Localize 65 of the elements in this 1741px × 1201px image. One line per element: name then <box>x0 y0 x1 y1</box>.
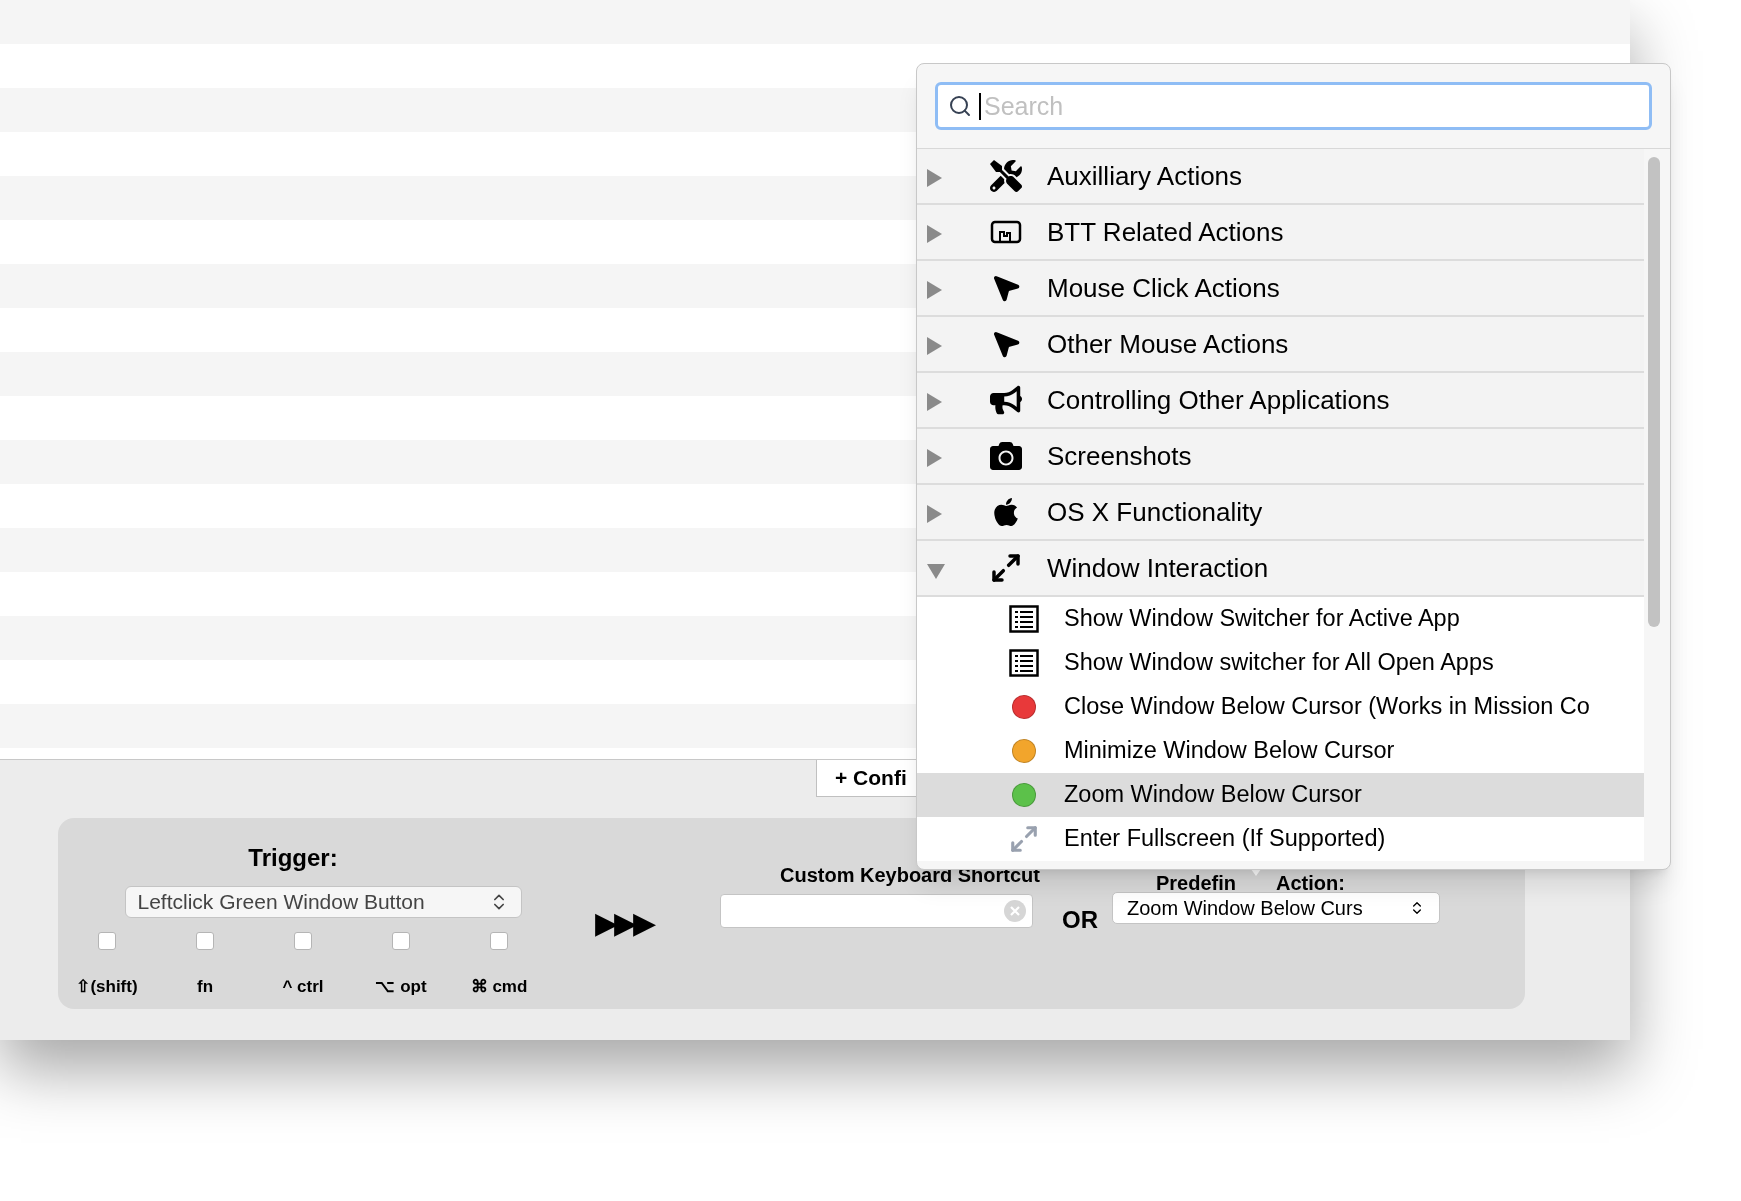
action-label: Enter Fullscreen (If Supported) <box>1064 824 1386 854</box>
tools-icon <box>990 160 1022 192</box>
modifier-label: fn <box>196 976 213 998</box>
modifier-checkbox[interactable] <box>490 932 508 950</box>
category-row[interactable]: Screenshots <box>917 429 1644 485</box>
expand-triangle-icon[interactable] <box>927 505 942 523</box>
expand-triangle-icon[interactable] <box>927 281 942 299</box>
trigger-select[interactable]: Leftclick Green Window Button <box>124 886 522 918</box>
category-row[interactable]: BTT Related Actions <box>917 205 1644 261</box>
resize-arrows-icon <box>990 552 1022 584</box>
action-label: Zoom Window Below Cursor <box>1064 780 1362 810</box>
modifier-checkbox[interactable] <box>98 932 116 950</box>
action-select[interactable]: Zoom Window Below Curs <box>1112 892 1440 924</box>
category-row[interactable]: Other Mouse Actions <box>917 317 1644 373</box>
search-field[interactable]: Search <box>935 82 1652 130</box>
expand-triangle-icon[interactable] <box>927 337 942 355</box>
collapse-triangle-icon[interactable] <box>927 563 945 579</box>
category-label: Controlling Other Applications <box>1047 383 1390 417</box>
list-icon <box>1009 605 1039 633</box>
modifier-label: ⌘ cmd <box>470 976 528 998</box>
trigger-label: Trigger: <box>248 843 338 873</box>
action-row[interactable]: Zoom Window Below Cursor <box>917 773 1644 817</box>
predefined-label: Action: <box>1276 871 1345 892</box>
modifier-label: ⇧(shift) <box>76 976 138 998</box>
action-label: Show Window Switcher for Active App <box>1064 604 1460 634</box>
category-label: Screenshots <box>1047 439 1192 473</box>
screen-icon <box>990 220 1022 244</box>
category-row[interactable]: Window Interaction <box>917 541 1644 597</box>
category-row[interactable]: Controlling Other Applications <box>917 373 1644 429</box>
shortcut-field[interactable] <box>720 894 1033 928</box>
action-row[interactable]: Close Window Below Cursor (Works in Mission Co <box>917 685 1644 729</box>
action-label: Minimize Window Below Cursor <box>1064 736 1395 766</box>
search-icon <box>948 94 972 118</box>
modifier-checkbox[interactable] <box>392 932 410 950</box>
expand-triangle-icon[interactable] <box>927 225 942 243</box>
category-row[interactable]: Mouse Click Actions <box>917 261 1644 317</box>
or-label: OR <box>1062 905 1098 935</box>
category-row[interactable]: OS X Functionality <box>917 485 1644 541</box>
category-label: Window Interaction <box>1047 551 1269 585</box>
action-row[interactable]: Show Window switcher for All Open Apps <box>917 641 1644 685</box>
list-icon <box>1009 649 1039 677</box>
modifier-label: ⌥ opt <box>375 976 427 998</box>
category-label: OS X Functionality <box>1047 495 1263 529</box>
category-label: Auxilliary Actions <box>1047 159 1243 193</box>
modifier-checkbox[interactable] <box>294 932 312 950</box>
action-row[interactable]: Show Window Switcher for Active App <box>917 597 1644 641</box>
category-row[interactable]: Auxilliary Actions <box>917 149 1644 205</box>
scrollbar[interactable] <box>1648 157 1660 627</box>
expand-triangle-icon[interactable] <box>927 449 942 467</box>
category-label: BTT Related Actions <box>1047 215 1284 249</box>
action-label: Close Window Below Cursor (Works in Mission Co <box>1064 692 1590 722</box>
action-row[interactable]: Enter Fullscreen (If Supported) <box>917 817 1644 861</box>
category-label: Other Mouse Actions <box>1047 327 1289 361</box>
predefined-label: Predefin <box>1156 871 1237 892</box>
expand-triangle-icon[interactable] <box>927 393 942 411</box>
modifier-checkbox[interactable] <box>196 932 214 950</box>
expand-arrows-icon <box>1009 824 1039 854</box>
action-label: Show Window switcher for All Open Apps <box>1064 648 1494 678</box>
action-row[interactable]: Minimize Window Below Cursor <box>917 729 1644 773</box>
category-label: Mouse Click Actions <box>1047 271 1280 305</box>
arrows-label: ▶▶▶ <box>594 905 652 941</box>
modifier-label: ^ ctrl <box>282 976 324 998</box>
expand-triangle-icon[interactable] <box>927 169 942 187</box>
megaphone-icon <box>990 384 1022 416</box>
camera-icon <box>990 440 1022 472</box>
